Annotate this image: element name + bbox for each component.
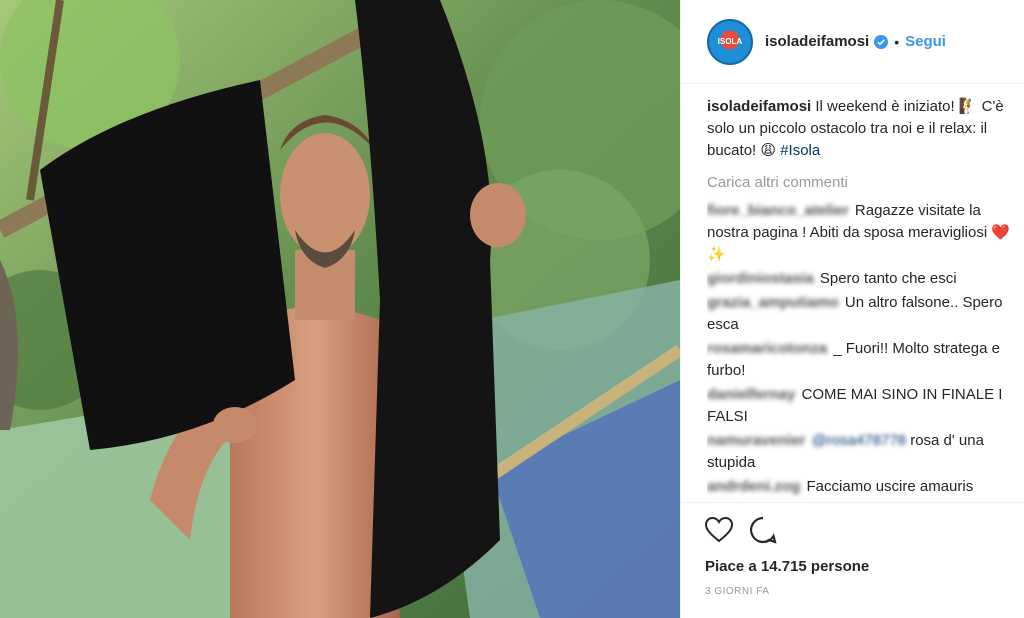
comment-item: giordiniostasia Spero tanto che esci — [707, 268, 1015, 290]
photo-illustration — [0, 0, 680, 618]
comment-username[interactable]: grazia_amputiamo — [707, 294, 839, 311]
comment-text: Facciamo uscire amauris — [806, 478, 974, 495]
username[interactable]: isoladeifamosi — [765, 33, 869, 50]
hashtag-link[interactable]: #Isola — [780, 142, 820, 159]
comment-username[interactable]: fiore_bianco_atelier — [707, 202, 849, 219]
comment-username[interactable]: rosamaricotonza — [707, 340, 827, 357]
comments-list: isoladeifamosi Il weekend è iniziato! 🧗 … — [707, 96, 1015, 500]
post-actions: Piace a 14.715 persone 3 GIORNI FA — [681, 502, 1024, 618]
comment-item: danielfernay COME MAI SINO IN FINALE I F… — [707, 384, 1015, 428]
heart-icon[interactable] — [705, 517, 733, 543]
comment-icon[interactable] — [749, 516, 777, 544]
action-icons — [705, 515, 1024, 545]
comment-username[interactable]: namuravenier — [707, 432, 805, 449]
comment-username[interactable]: danielfernay — [707, 386, 795, 403]
comment-username[interactable]: andrdeni.zog — [707, 478, 800, 495]
post-caption: isoladeifamosi Il weekend è iniziato! 🧗 … — [707, 96, 1015, 162]
comment-text: Spero tanto che esci — [819, 270, 957, 287]
separator-dot: • — [894, 33, 900, 50]
comment-username[interactable]: giordiniostasia — [707, 270, 814, 287]
likes-count[interactable]: Piace a 14.715 persone — [705, 558, 1024, 575]
comment-item: fiore_bianco_atelier Ragazze visitate la… — [707, 200, 1015, 266]
follow-button[interactable]: Segui — [905, 33, 946, 50]
comment-item: grazia_amputiamo Un altro falsone.. Sper… — [707, 292, 1015, 336]
load-more-comments-button[interactable]: Carica altri commenti — [707, 172, 1015, 194]
avatar[interactable]: ISOLA — [707, 18, 753, 65]
caption-username[interactable]: isoladeifamosi — [707, 98, 811, 115]
post-timestamp[interactable]: 3 GIORNI FA — [705, 586, 1024, 597]
comment-mention-link[interactable]: @rosa478778 — [812, 432, 906, 449]
comment-item: namuravenier @rosa478778 rosa d' una stu… — [707, 430, 1015, 474]
comment-item: rosamaricotonza _ Fuori!! Molto stratega… — [707, 338, 1015, 382]
post-sidebar: ISOLA isoladeifamosi • Segui isoladeifam… — [680, 0, 1024, 618]
comment-item: andrdeni.zog Facciamo uscire amauris — [707, 476, 1015, 498]
verified-badge-icon — [874, 34, 889, 49]
post-header: ISOLA isoladeifamosi • Segui — [681, 0, 1024, 84]
avatar-logo-text: ISOLA — [717, 37, 743, 46]
post-photo[interactable] — [0, 0, 680, 618]
